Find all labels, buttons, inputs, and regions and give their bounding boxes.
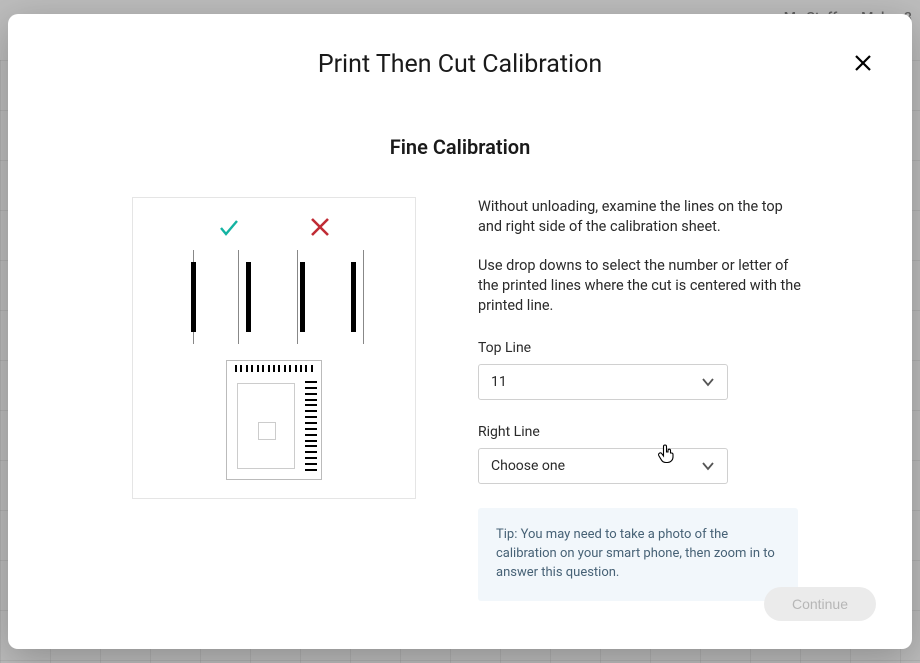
- top-line-select[interactable]: 11: [478, 364, 728, 400]
- description-1: Without unloading, examine the lines on …: [478, 197, 808, 238]
- close-button[interactable]: [850, 50, 876, 76]
- description-2: Use drop downs to select the number or l…: [478, 256, 808, 317]
- close-icon: [854, 54, 872, 72]
- line-example-bad-1: [232, 256, 262, 338]
- line-example-bad-3: [339, 256, 369, 338]
- modal-title: Print Then Cut Calibration: [56, 50, 864, 79]
- form-column: Without unloading, examine the lines on …: [478, 197, 808, 601]
- right-line-select[interactable]: Choose one: [478, 448, 728, 484]
- check-icon: [217, 216, 241, 240]
- calibration-sheet-diagram: [226, 360, 322, 480]
- x-mark-icon: [309, 216, 331, 238]
- right-line-value: Choose one: [491, 458, 565, 474]
- top-line-value: 11: [491, 374, 507, 390]
- chevron-down-icon: [701, 375, 715, 389]
- modal-subtitle: Fine Calibration: [56, 135, 864, 159]
- continue-button[interactable]: Continue: [764, 587, 876, 621]
- right-line-label: Right Line: [478, 424, 808, 440]
- line-example-good: [179, 256, 209, 338]
- line-example-bad-2: [286, 256, 316, 338]
- top-line-label: Top Line: [478, 340, 808, 356]
- calibration-modal: Print Then Cut Calibration Fine Calibrat…: [8, 14, 912, 649]
- chevron-down-icon: [701, 459, 715, 473]
- calibration-illustration: [132, 197, 416, 499]
- tip-box: Tip: You may need to take a photo of the…: [478, 508, 798, 601]
